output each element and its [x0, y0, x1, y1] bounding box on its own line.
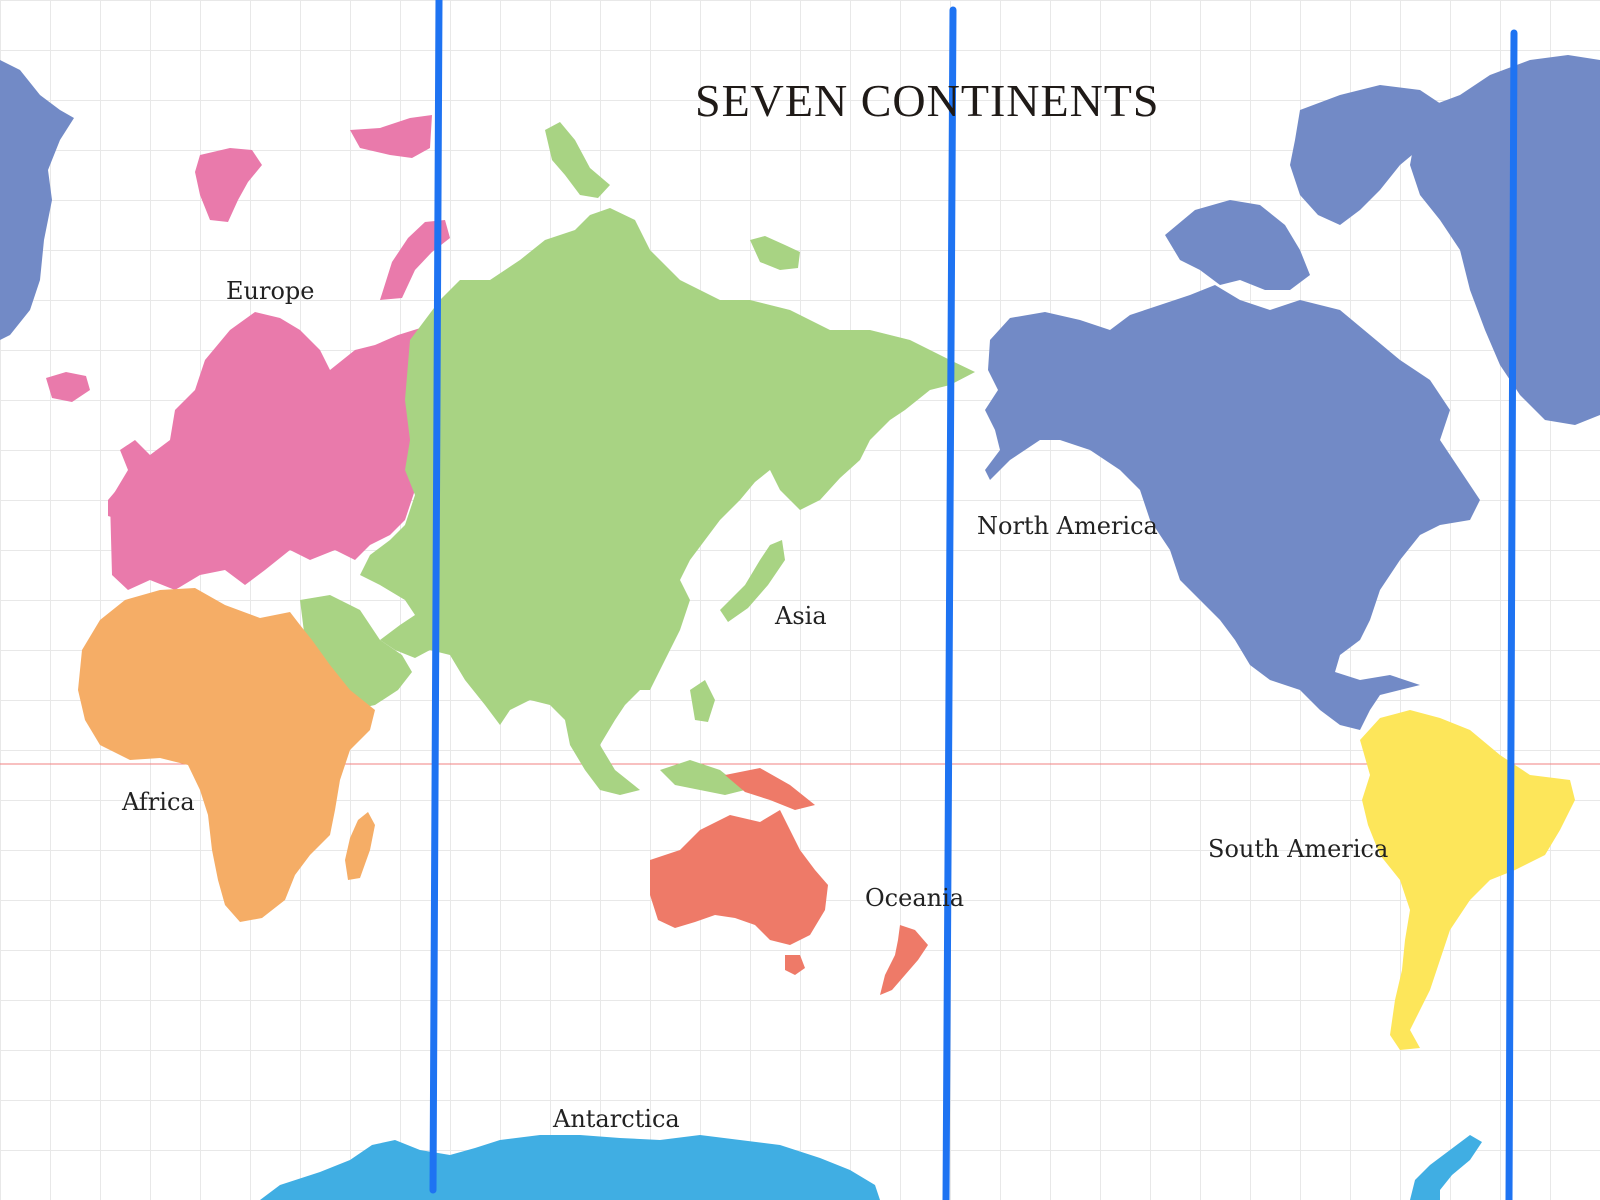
- label-asia: Asia: [775, 602, 827, 630]
- europe-landmass: [46, 115, 450, 590]
- madagascar-landmass: [345, 812, 375, 880]
- label-north-america: North America: [977, 512, 1158, 540]
- world-map: [0, 0, 1600, 1200]
- label-oceania: Oceania: [865, 884, 965, 912]
- drawn-line-2: [942, 6, 957, 1200]
- south-america-landmass: [1360, 710, 1575, 1050]
- greenland-left-landmass: [0, 60, 74, 340]
- oceania-landmass: [650, 768, 928, 995]
- antarctica-landmass: [260, 1135, 1482, 1200]
- label-europe: Europe: [226, 277, 315, 305]
- drawn-line-1: [429, 0, 443, 1194]
- north-america-landmass: [985, 55, 1600, 730]
- label-south-america: South America: [1208, 835, 1389, 863]
- label-africa: Africa: [122, 788, 195, 816]
- label-antarctica: Antarctica: [553, 1105, 680, 1133]
- drawn-line-3: [1505, 29, 1518, 1200]
- map-canvas[interactable]: SEVEN CONTINENTS Europe Asia North Ameri…: [0, 0, 1600, 1200]
- map-title: SEVEN CONTINENTS: [695, 75, 1160, 126]
